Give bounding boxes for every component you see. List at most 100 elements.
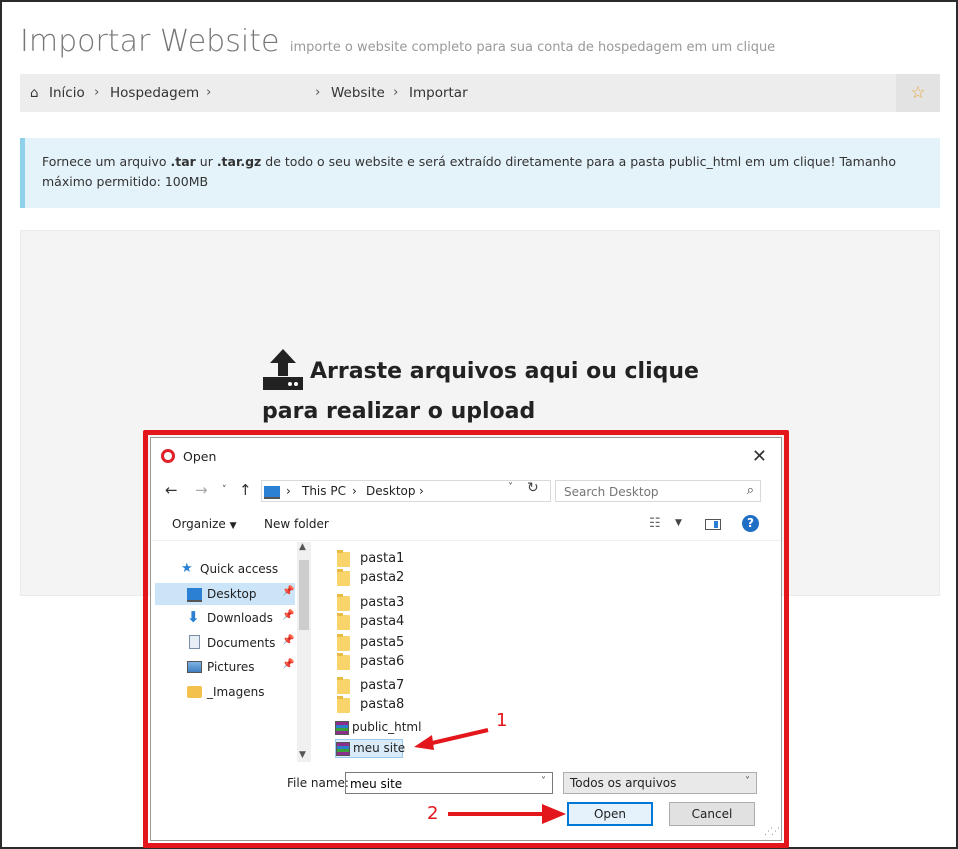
back-arrow-icon[interactable]: ← — [165, 481, 178, 499]
chevron-down-icon[interactable]: ˅ — [508, 482, 513, 493]
refresh-icon[interactable]: ↻ — [527, 480, 539, 496]
breadcrumb-item-website[interactable]: Website — [331, 85, 385, 101]
search-box: ⌕ — [555, 480, 761, 503]
search-icon[interactable]: ⌕ — [747, 483, 754, 498]
address-crumb-thispc[interactable]: This PC — [302, 484, 346, 498]
file-list: pasta1 pasta2 pasta3 pasta4 pasta5 pasta… — [321, 542, 761, 762]
nav-scrollbar[interactable]: ▲ ▼ — [297, 542, 311, 762]
file-type-select[interactable]: Todos os arquivos ˅ — [563, 772, 757, 794]
file-name: pasta4 — [360, 614, 405, 629]
search-input[interactable] — [556, 481, 742, 503]
help-icon[interactable]: ? — [742, 515, 759, 532]
folder-icon — [337, 634, 350, 651]
chevron-right-icon: › — [393, 84, 399, 100]
annotation-step-1: 1 — [496, 710, 508, 731]
pin-icon[interactable]: 📌 — [282, 635, 294, 646]
alert-ext-targz: .tar.gz — [216, 154, 262, 169]
folder-icon — [337, 677, 350, 694]
file-name: pasta3 — [360, 595, 405, 610]
file-name: pasta5 — [360, 635, 405, 650]
this-pc-icon — [264, 486, 280, 499]
chevron-right-icon: › — [286, 484, 291, 498]
new-folder-button[interactable]: New folder — [264, 517, 329, 531]
forward-arrow-icon[interactable]: → — [195, 481, 208, 499]
file-name: pasta2 — [360, 570, 405, 585]
recent-dropdown-icon[interactable]: ˅ — [222, 485, 227, 495]
nav-item-downloads[interactable]: ⬇ Downloads 📌 — [155, 607, 295, 629]
nav-item-desktop[interactable]: Desktop 📌 — [155, 583, 295, 605]
address-row: ← → ˅ ↑ › This PC › Desktop › ˅ ↻ ⌕ — [151, 476, 781, 506]
page-title: Importar Website — [20, 24, 280, 59]
info-alert: Fornece um arquivo .tar ur .tar.gz de to… — [20, 138, 940, 208]
file-name: meu site — [353, 741, 406, 755]
open-button[interactable]: Open — [567, 802, 653, 826]
home-icon[interactable]: ⌂ — [30, 85, 39, 101]
cancel-button[interactable]: Cancel — [669, 802, 755, 826]
rar-archive-icon — [335, 721, 349, 735]
pin-icon[interactable]: 📌 — [282, 586, 294, 597]
nav-item-documents[interactable]: Documents 📌 — [155, 632, 295, 654]
file-name: pasta1 — [360, 551, 405, 566]
scroll-up-icon[interactable]: ▲ — [299, 542, 306, 552]
nav-label: _Imagens — [207, 685, 265, 699]
folder-icon — [337, 613, 350, 630]
chevron-right-icon: › — [315, 84, 321, 100]
page-subtitle: importe o website completo para sua cont… — [289, 40, 776, 55]
scrollbar-thumb[interactable] — [299, 560, 309, 630]
alert-text: Fornece um arquivo — [42, 154, 171, 169]
view-options-icon[interactable]: ☷ — [649, 516, 661, 531]
up-arrow-icon[interactable]: ↑ — [239, 481, 252, 499]
close-icon[interactable]: ✕ — [752, 446, 767, 467]
documents-icon — [189, 635, 200, 649]
annotation-step-2: 2 — [427, 803, 439, 824]
pictures-icon — [187, 661, 202, 673]
nav-item-quick-access[interactable]: ★ Quick access — [155, 558, 295, 580]
annotation-arrow-1 — [414, 728, 489, 750]
organize-label: Organize — [172, 517, 226, 531]
alert-ext-tar: .tar — [170, 154, 196, 169]
desktop-icon — [187, 588, 202, 602]
dropzone-text[interactable]: Arraste arquivos aqui ou clique para rea… — [262, 352, 699, 432]
preview-pane-icon[interactable] — [705, 519, 721, 530]
folder-icon — [337, 594, 350, 611]
people-folder-icon — [187, 686, 202, 698]
chevron-right-icon: › — [419, 484, 424, 498]
chevron-right-icon: › — [94, 84, 100, 100]
breadcrumb: ⌂ Início › Hospedagem › › Website › Impo… — [20, 74, 940, 112]
pin-icon[interactable]: 📌 — [282, 610, 294, 621]
chevron-down-icon: ˅ — [745, 776, 750, 787]
caret-down-icon: ▼ — [229, 521, 237, 531]
chevron-right-icon: › — [206, 84, 212, 100]
chevron-right-icon: › — [352, 484, 357, 498]
folder-icon — [337, 653, 350, 670]
file-name-label: File name: — [287, 776, 349, 790]
list-item-selected[interactable]: meu site — [335, 739, 406, 758]
star-pin-icon: ★ — [181, 561, 193, 576]
navigation-pane: ★ Quick access Desktop 📌 ⬇ Downloads 📌 D… — [151, 542, 313, 762]
folder-icon — [337, 550, 350, 567]
scroll-down-icon[interactable]: ▼ — [299, 750, 306, 760]
nav-label: Documents — [207, 636, 276, 650]
breadcrumb-item-hospedagem[interactable]: Hospedagem — [110, 85, 199, 101]
organize-button[interactable]: Organize ▼ — [172, 517, 237, 531]
nav-label: Pictures — [207, 660, 255, 674]
file-name-input[interactable] — [346, 773, 532, 795]
download-icon: ⬇ — [187, 608, 200, 626]
star-icon[interactable]: ☆ — [896, 74, 940, 112]
nav-item-imagens[interactable]: _Imagens — [155, 681, 295, 703]
file-name-row: File name: ˅ Todos os arquivos ˅ — [151, 768, 781, 798]
resize-grip-icon[interactable]: ⋰⋰ — [764, 827, 780, 837]
open-file-dialog: Open ✕ ← → ˅ ↑ › This PC › Desktop › ˅ ↻… — [150, 437, 782, 841]
breadcrumb-item-inicio[interactable]: Início — [49, 85, 85, 101]
file-name-field: ˅ — [345, 772, 553, 795]
address-crumb-desktop[interactable]: Desktop — [366, 484, 416, 498]
dialog-titlebar[interactable]: Open ✕ — [151, 438, 781, 474]
folder-icon — [337, 696, 350, 713]
pin-icon[interactable]: 📌 — [282, 659, 294, 670]
page-header: Importar Website importe o website compl… — [20, 24, 775, 59]
chevron-down-icon[interactable]: ˅ — [541, 776, 546, 787]
breadcrumb-item-importar: Importar — [409, 85, 468, 101]
caret-down-icon[interactable]: ▼ — [675, 518, 682, 528]
dropzone-line2: para realizar o upload — [262, 399, 536, 424]
nav-item-pictures[interactable]: Pictures 📌 — [155, 656, 295, 678]
